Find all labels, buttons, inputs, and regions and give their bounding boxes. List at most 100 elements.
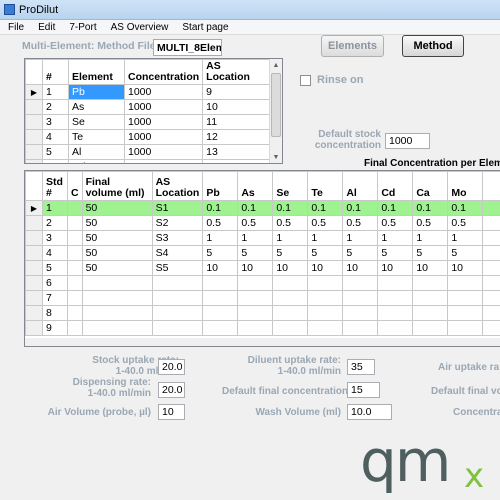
cell[interactable]: 1 bbox=[42, 200, 68, 216]
method-file-field[interactable]: MULTI_8Elem bbox=[153, 39, 222, 56]
stock-uptake-input[interactable]: 20.0 bbox=[158, 359, 185, 375]
table-row[interactable]: 6 bbox=[25, 275, 500, 291]
cell[interactable] bbox=[447, 290, 484, 306]
wash-volume-input[interactable]: 10.0 bbox=[347, 404, 392, 420]
cell[interactable]: S5 bbox=[151, 260, 204, 276]
cell[interactable] bbox=[482, 305, 500, 321]
cell[interactable]: 50 bbox=[81, 200, 153, 216]
cell[interactable] bbox=[482, 320, 500, 336]
cell[interactable] bbox=[377, 290, 414, 306]
table-row[interactable]: ▶ 1 Pb 1000 9 bbox=[25, 84, 271, 100]
cell[interactable] bbox=[67, 200, 83, 216]
cell[interactable]: 1 bbox=[342, 230, 379, 246]
cell[interactable] bbox=[447, 305, 484, 321]
cell[interactable]: 1 bbox=[42, 84, 69, 100]
table-row[interactable]: 3 50 S3 1 1 1 1 1 1 1 1 bbox=[25, 230, 500, 246]
cell[interactable]: 1000 bbox=[123, 99, 204, 115]
cell[interactable]: 1 bbox=[307, 230, 344, 246]
cell[interactable]: 5 bbox=[342, 245, 379, 261]
cell[interactable]: 2 bbox=[42, 99, 69, 115]
cell[interactable]: 1 bbox=[447, 230, 484, 246]
cell[interactable]: 10 bbox=[342, 260, 379, 276]
cell[interactable] bbox=[237, 290, 274, 306]
table-row[interactable]: 7 bbox=[25, 290, 500, 306]
menu-start-page[interactable]: Start page bbox=[182, 22, 228, 33]
cell[interactable]: 1000 bbox=[123, 159, 204, 163]
element-grid[interactable]: # Element Concentration AS Location ▶ 1 … bbox=[24, 58, 283, 164]
cell[interactable]: S3 bbox=[151, 230, 204, 246]
cell[interactable]: S1 bbox=[151, 200, 204, 216]
cell[interactable]: S2 bbox=[151, 215, 204, 231]
cell[interactable]: 0.1 bbox=[377, 200, 414, 216]
cell[interactable] bbox=[482, 200, 500, 216]
cell[interactable] bbox=[151, 320, 204, 336]
cell[interactable] bbox=[272, 290, 309, 306]
cell[interactable]: 50 bbox=[81, 260, 153, 276]
cell[interactable] bbox=[412, 275, 449, 291]
standards-grid[interactable]: Std # C Final volume (ml) AS Location Pb… bbox=[24, 170, 500, 347]
cell[interactable]: 0.5 bbox=[412, 215, 449, 231]
cell[interactable] bbox=[482, 230, 500, 246]
cell[interactable] bbox=[237, 305, 274, 321]
cell[interactable] bbox=[202, 275, 239, 291]
table-row[interactable]: 2 50 S2 0.5 0.5 0.5 0.5 0.5 0.5 0.5 0.5 bbox=[25, 215, 500, 231]
cell[interactable]: 0.1 bbox=[202, 200, 239, 216]
cell[interactable] bbox=[307, 305, 344, 321]
cell[interactable] bbox=[412, 290, 449, 306]
cell[interactable]: 10 bbox=[237, 260, 274, 276]
dispensing-rate-input[interactable]: 20.0 bbox=[158, 382, 185, 398]
col-header-se[interactable]: Se bbox=[272, 171, 309, 201]
cell[interactable]: Se bbox=[68, 114, 125, 130]
cell[interactable]: 50 bbox=[81, 245, 153, 261]
cell[interactable]: 0.1 bbox=[237, 200, 274, 216]
default-final-conc-input[interactable]: 15 bbox=[347, 382, 380, 398]
cell[interactable]: 50 bbox=[81, 215, 153, 231]
cell[interactable]: 2 bbox=[42, 215, 68, 231]
cell[interactable] bbox=[377, 320, 414, 336]
scroll-up-icon[interactable]: ▲ bbox=[270, 59, 282, 71]
diluent-uptake-input[interactable]: 35 bbox=[347, 359, 375, 375]
cell-selected[interactable]: Pb bbox=[68, 84, 125, 100]
cell[interactable]: 1000 bbox=[123, 114, 204, 130]
cell[interactable]: 10 bbox=[412, 260, 449, 276]
cell[interactable]: 1000 bbox=[123, 84, 204, 100]
cell[interactable]: 10 bbox=[447, 260, 484, 276]
col-header-as[interactable]: As bbox=[237, 171, 274, 201]
col-header-concentration[interactable]: Concentration bbox=[123, 59, 204, 85]
method-button[interactable]: Method bbox=[402, 35, 464, 57]
cell[interactable]: 50 bbox=[81, 230, 153, 246]
elements-button[interactable]: Elements bbox=[321, 35, 384, 57]
cell[interactable]: 1 bbox=[272, 230, 309, 246]
checkbox-box[interactable] bbox=[300, 74, 311, 86]
cell[interactable]: Al bbox=[68, 144, 125, 160]
cell[interactable] bbox=[67, 305, 83, 321]
cell[interactable]: 5 bbox=[307, 245, 344, 261]
standards-grid-hscrollbar[interactable] bbox=[25, 338, 500, 346]
cell[interactable]: 0.5 bbox=[202, 215, 239, 231]
cell[interactable]: 3 bbox=[42, 114, 69, 130]
col-header-as-location[interactable]: AS Location bbox=[151, 171, 204, 201]
cell[interactable] bbox=[307, 275, 344, 291]
table-row[interactable]: 5 Al 1000 13 bbox=[25, 144, 271, 160]
cell[interactable]: 10 bbox=[202, 260, 239, 276]
cell[interactable]: 8 bbox=[42, 305, 68, 321]
cell[interactable] bbox=[81, 275, 153, 291]
cell[interactable] bbox=[202, 305, 239, 321]
cell[interactable]: As bbox=[68, 99, 125, 115]
cell[interactable] bbox=[447, 320, 484, 336]
cell[interactable] bbox=[67, 275, 83, 291]
cell[interactable]: 0.5 bbox=[342, 215, 379, 231]
menu-7-port[interactable]: 7-Port bbox=[69, 22, 96, 33]
col-header-c[interactable]: C bbox=[67, 171, 83, 201]
col-header-pb[interactable]: Pb bbox=[202, 171, 239, 201]
cell[interactable]: Cd bbox=[68, 159, 125, 163]
cell[interactable] bbox=[342, 305, 379, 321]
cell[interactable]: 10 bbox=[272, 260, 309, 276]
cell[interactable]: 0.1 bbox=[307, 200, 344, 216]
cell[interactable] bbox=[342, 275, 379, 291]
col-header-ca[interactable]: Ca bbox=[412, 171, 449, 201]
cell[interactable] bbox=[67, 260, 83, 276]
cell[interactable]: 1000 bbox=[123, 129, 204, 145]
cell[interactable]: 10 bbox=[307, 260, 344, 276]
col-header-mo[interactable]: Mo bbox=[447, 171, 484, 201]
